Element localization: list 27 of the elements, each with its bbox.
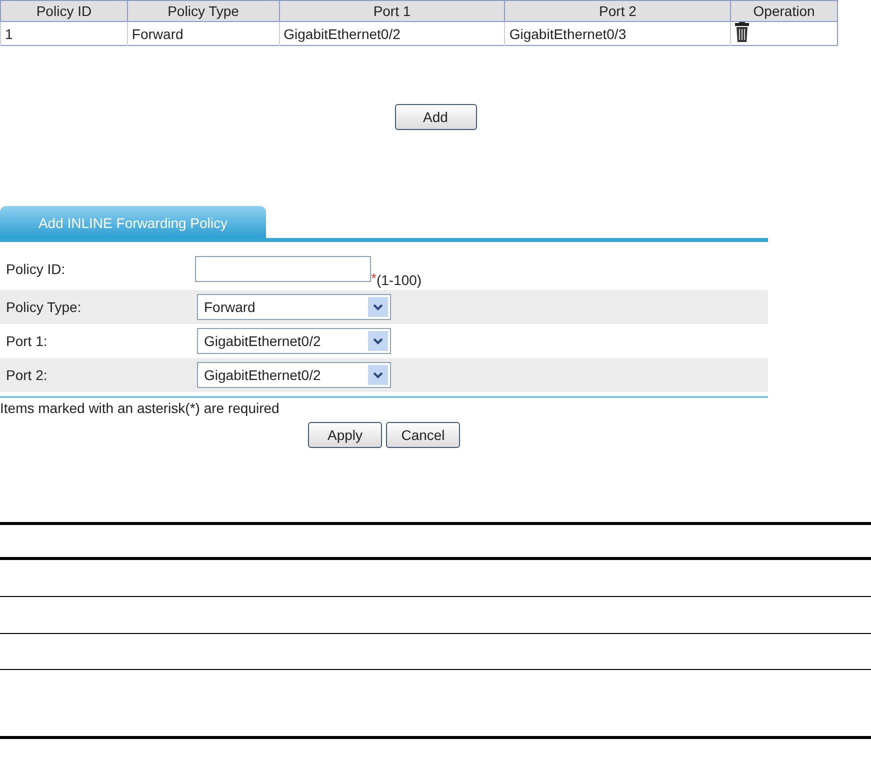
dropdown[interactable]: GigabitEthernet0/2 xyxy=(197,362,391,388)
field-label: Policy ID: xyxy=(5,261,66,277)
dropdown[interactable]: GigabitEthernet0/2 xyxy=(197,328,391,354)
field-label: Port 1: xyxy=(5,333,48,349)
input-field[interactable] xyxy=(195,256,371,282)
table-cell: GigabitEthernet0/3 xyxy=(504,22,731,46)
column-header: Port 2 xyxy=(504,0,731,22)
caret-icon xyxy=(368,297,388,317)
trash-icon[interactable] xyxy=(735,22,750,42)
table-cell: GigabitEthernet0/2 xyxy=(279,22,505,46)
table-cell: 1 xyxy=(0,22,128,46)
table-cell: Forward xyxy=(127,22,280,46)
column-header: Policy Type xyxy=(127,0,280,22)
caret-icon xyxy=(368,365,388,385)
range-hint: (1-100) xyxy=(376,272,422,288)
required-mark: * xyxy=(371,270,376,286)
column-header: Port 1 xyxy=(279,0,505,22)
field-label: Port 2: xyxy=(5,367,48,383)
add-button[interactable]: Add xyxy=(394,104,476,130)
required-note: Items marked with an asterisk(*) are required xyxy=(0,400,280,416)
form-button[interactable]: Apply xyxy=(308,422,382,448)
column-header: Operation xyxy=(730,0,838,22)
dropdown[interactable]: Forward xyxy=(197,294,391,320)
form-button[interactable]: Cancel xyxy=(386,422,460,448)
field-label: Policy Type: xyxy=(5,299,82,315)
caret-icon xyxy=(368,331,388,351)
column-header: Policy ID xyxy=(0,0,128,22)
